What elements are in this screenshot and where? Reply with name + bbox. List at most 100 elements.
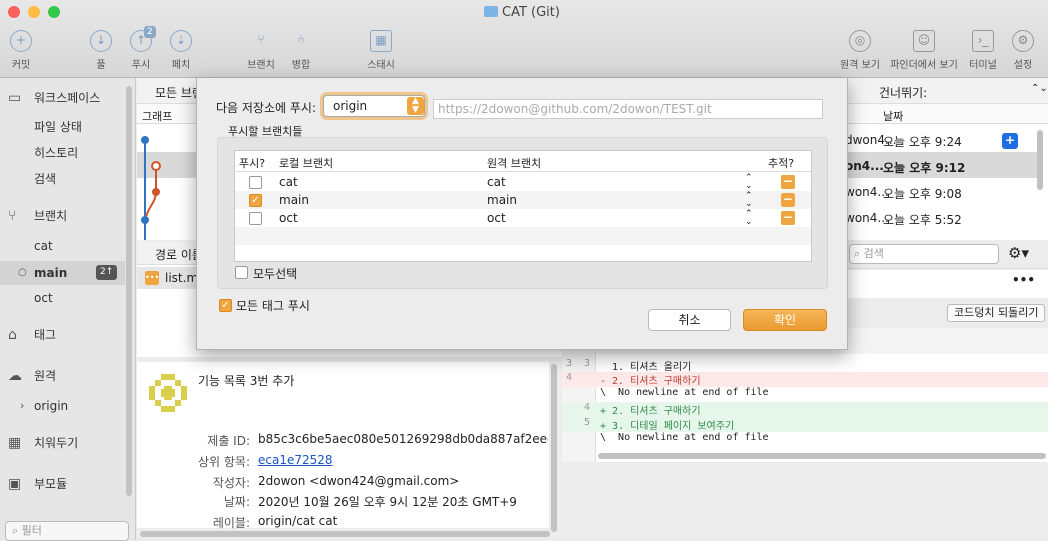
sidebar-workspace[interactable]: ▭ 워크스페이스 [0,86,125,110]
diff-hscrollbar[interactable] [598,453,1046,459]
row-date: 오늘 오후 9:08 [883,187,962,201]
push-all-tags-checkbox[interactable]: ✓ [219,299,232,312]
chevron-updown-icon[interactable]: ⌃⌄ [745,174,753,191]
confirm-button[interactable]: 확인 [743,309,827,331]
date-value: 2020년 10월 26일 오후 9시 12분 20초 GMT+9 [258,495,517,509]
revert-hunk-button[interactable]: 코드덩치 되돌리기 [947,304,1046,322]
sidebar-remote-origin[interactable]: › origin [0,394,125,418]
new-line-number: 5 [584,417,591,428]
col-push[interactable]: 푸시? [239,155,265,171]
commit-id-label: 제출 ID: [207,434,250,448]
push-checkbox[interactable] [249,176,262,189]
history-scrollbar[interactable] [1037,130,1043,190]
push-to-label: 다음 저장소에 푸시: [216,101,316,115]
sidebar-stashes-label: 치워두기 [34,436,79,450]
row-date: 오늘 오후 9:24 [883,135,962,149]
show-in-finder-button[interactable]: ☺ 파인더에서 보기 [884,30,964,71]
new-line-number: 4 [584,402,591,413]
push-checkbox[interactable] [249,212,262,225]
sidebar-item-file-status[interactable]: 파일 상태 [0,115,125,139]
sidebar-branches-label: 브랜치 [34,209,68,223]
details-hscrollbar[interactable] [140,531,550,537]
col-local-branch[interactable]: 로컬 브랜치 [279,155,333,171]
fetch-button[interactable]: ⇣ 페치 [151,30,211,71]
pull-label: 풀 [96,60,106,71]
diff-line: \ No newline at end of file [562,432,1048,447]
remote-branch-select[interactable]: main [487,193,517,207]
col-date[interactable]: 날짜 [883,108,903,124]
sidebar-item-history[interactable]: 히스토리 [0,141,125,165]
show-remote-label: 원격 보기 [840,60,880,71]
details-scrollbar[interactable] [551,364,557,532]
sidebar-remotes-label: 원격 [34,369,57,383]
sidebar-remotes-header[interactable]: ☁ 원격 [0,364,125,388]
fetch-label: 페치 [171,60,191,71]
select-all-checkbox[interactable] [235,266,248,279]
stash-button[interactable]: ▦ 스태시 [351,30,411,71]
sidebar-filter-input[interactable]: ⌕ 필터 [5,521,129,541]
sidebar-submodules-header[interactable]: ▣ 부모듈 [0,472,125,496]
history-search-input[interactable]: ⌕ 검색 [849,244,999,264]
push-label: 푸시 [131,60,151,71]
show-remote-button[interactable]: ◎ 원격 보기 [830,30,890,71]
track-toggle[interactable]: − [781,211,795,225]
remote-branch-select[interactable]: oct [487,211,506,225]
new-line-number: 3 [584,358,591,369]
track-toggle[interactable]: − [781,175,795,189]
sidebar-branches-header[interactable]: ⑂ 브랜치 [0,204,125,228]
sidebar-scrollbar[interactable] [126,86,132,496]
sidebar-branch-main[interactable]: ○ main 2↑ [0,261,125,285]
folder-icon [484,6,498,17]
track-toggle[interactable]: − [781,193,795,207]
col-track[interactable]: 추적? [768,155,794,171]
labels-label: 레이블: [212,516,250,530]
sidebar-branch-oct[interactable]: oct [0,286,125,310]
chevron-updown-icon[interactable]: ⌃⌄ [1031,83,1048,94]
table-row: oct oct ⌃ ⌄ − [235,209,811,227]
remote-url-field[interactable]: https://2dowon@github.com/2dowon/TEST.gi… [433,99,823,119]
window-title-text: CAT (Git) [502,5,560,20]
cloud-icon: ☁ [8,368,22,384]
push-checkbox[interactable]: ✓ [249,194,262,207]
merge-button[interactable]: ⑃ 병합 [271,30,331,71]
chevron-updown-icon[interactable]: ⌃⌄ [745,192,753,209]
filter-placeholder: 필터 [21,524,42,537]
close-window-button[interactable] [8,6,20,18]
local-branch: oct [279,211,298,225]
commit-id: b85c3c6be5aec080e501269298db0da887af2eec… [258,432,548,446]
sidebar-item-search[interactable]: 검색 [0,167,125,191]
diff-line-text: 1. 티셔츠 올리기 [600,362,692,373]
old-line-number: 3 [566,358,573,369]
col-remote-branch[interactable]: 원격 브랜치 [487,155,541,171]
remote-branch-select[interactable]: cat [487,175,506,189]
commit-label: 커밋 [11,60,31,71]
commit-button[interactable]: + 커밋 [0,30,51,71]
finder-icon: ☺ [913,30,935,52]
show-in-finder-label: 파인더에서 보기 [890,60,958,71]
more-options-button[interactable]: ••• [1012,273,1035,287]
minimize-window-button[interactable] [28,6,40,18]
sidebar-branch-cat[interactable]: cat [0,234,125,258]
labels-value: origin/cat cat [258,514,338,528]
sidebar-stashes-header[interactable]: ▦ 치워두기 [0,431,125,455]
settings-button[interactable]: ⚙ 설정 [993,30,1048,71]
diff-line-added: 4 + 2. 티셔츠 구매하기 [562,402,1048,417]
zoom-window-button[interactable] [48,6,60,18]
cancel-button[interactable]: 취소 [648,309,731,331]
branch-ahead-badge: 2↑ [96,265,118,280]
gear-icon[interactable]: ⚙▾ [1008,244,1029,262]
branch-main-label: main [34,266,68,280]
col-graph[interactable]: 그래프 [142,108,172,124]
old-line-number: 4 [566,372,573,383]
parent-link[interactable]: eca1e72528 [258,453,333,467]
sidebar-history-label: 히스토리 [34,146,79,160]
submodule-icon: ▣ [8,476,22,492]
window-title: CAT (Git) [484,5,560,20]
avatar [147,372,189,414]
add-icon[interactable]: + [1002,133,1018,149]
chevron-updown-icon[interactable]: ⌃⌄ [745,210,753,227]
author-label: 작성자: [212,476,250,490]
remote-select[interactable]: origin ▲ ▼ [323,95,425,117]
commit-details: 기능 목록 3번 추가 제출 ID: b85c3c6be5aec080e5012… [137,362,549,530]
sidebar-tags-header[interactable]: ⌂ 태그 [0,323,125,347]
